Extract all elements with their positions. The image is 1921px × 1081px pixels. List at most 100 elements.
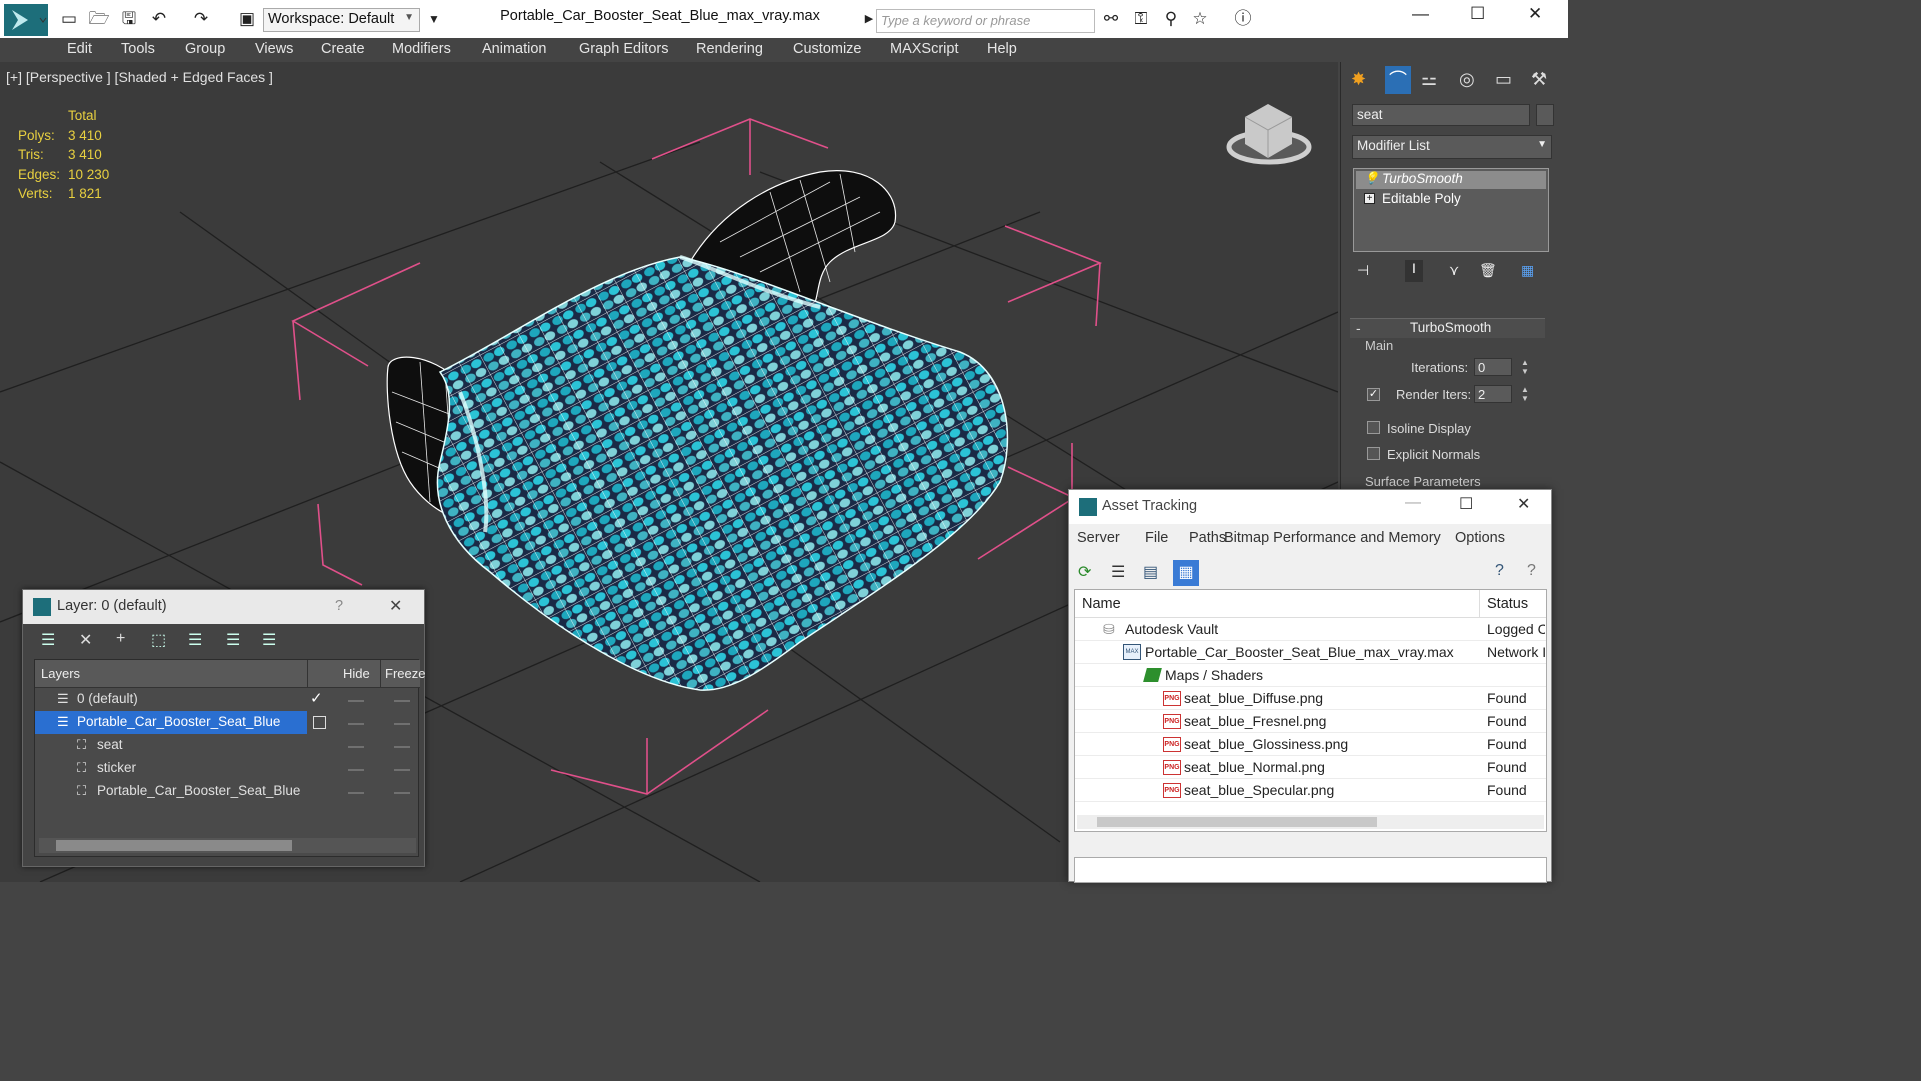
- modifier-list-dropdown[interactable]: Modifier List ▼: [1352, 135, 1552, 159]
- motion-tab-icon[interactable]: ◎: [1459, 69, 1475, 90]
- favorites-star-icon[interactable]: ☆: [1189, 8, 1211, 30]
- render-iters-checkbox[interactable]: ✓: [1367, 388, 1380, 401]
- render-iters-spinner[interactable]: 2: [1474, 385, 1512, 403]
- tree-view-icon[interactable]: ▤: [1143, 562, 1158, 582]
- layer-list[interactable]: Layers Hide Freeze ☰ 0 (default) ✓ - ☰ P…: [34, 659, 425, 857]
- make-unique-icon[interactable]: ⋎: [1449, 262, 1459, 279]
- open-file-icon[interactable]: 🗁: [88, 8, 110, 30]
- hierarchy-tab-icon[interactable]: ⚍: [1421, 69, 1437, 90]
- project-folder-icon[interactable]: ▣: [236, 8, 258, 30]
- maximize-button[interactable]: ☐: [1459, 494, 1473, 514]
- object-row-seat[interactable]: ⛶ seat: [35, 734, 420, 757]
- configure-sets-icon[interactable]: ▦: [1521, 262, 1534, 279]
- menu-bitmap-performance[interactable]: Bitmap Performance and Memory: [1224, 530, 1441, 546]
- menu-group[interactable]: Group: [185, 41, 225, 57]
- col-status[interactable]: Status: [1487, 596, 1528, 612]
- help-icon[interactable]: ⓘ: [1232, 8, 1254, 30]
- app-logo-icon[interactable]: [4, 4, 48, 36]
- col-freeze[interactable]: Freeze: [385, 666, 425, 681]
- workspace-dropdown[interactable]: Workspace: Default ▼: [263, 8, 420, 32]
- col-hide[interactable]: Hide: [343, 666, 370, 681]
- help-button[interactable]: ?: [335, 598, 343, 614]
- key-icon[interactable]: ⚿: [1130, 8, 1152, 30]
- menu-maxscript[interactable]: MAXScript: [890, 41, 959, 57]
- close-button[interactable]: ✕: [1517, 494, 1530, 514]
- menu-animation[interactable]: Animation: [482, 41, 546, 57]
- asset-row-normal[interactable]: PNG seat_blue_Normal.png Found: [1075, 756, 1546, 779]
- menu-rendering[interactable]: Rendering: [696, 41, 763, 57]
- freeze-all-icon[interactable]: ☰: [262, 630, 276, 650]
- settings-icon[interactable]: ?: [1527, 562, 1536, 580]
- asset-row-diffuse[interactable]: PNG seat_blue_Diffuse.png Found: [1075, 687, 1546, 710]
- scrollbar-thumb[interactable]: [1097, 817, 1377, 827]
- set-active-checkbox[interactable]: [313, 716, 326, 729]
- utilities-tab-icon[interactable]: ⚒: [1531, 69, 1547, 90]
- horizontal-scrollbar[interactable]: [39, 838, 416, 853]
- quick-access-dropdown-icon[interactable]: ▼: [423, 8, 445, 30]
- col-name[interactable]: Name: [1082, 596, 1121, 612]
- explicit-normals-checkbox[interactable]: [1367, 447, 1380, 460]
- menu-server[interactable]: Server: [1077, 530, 1120, 546]
- remove-modifier-icon[interactable]: 🗑: [1479, 262, 1497, 279]
- horizontal-scrollbar[interactable]: [1077, 815, 1544, 829]
- asset-row-maps-shaders[interactable]: Maps / Shaders: [1075, 664, 1546, 687]
- asset-tree-table[interactable]: Name Status ⛁ Autodesk Vault Logged C MA…: [1074, 589, 1547, 832]
- display-tab-icon[interactable]: ▭: [1495, 69, 1512, 90]
- hide-all-icon[interactable]: ☰: [226, 630, 240, 650]
- menu-edit[interactable]: Edit: [67, 41, 92, 57]
- menu-create[interactable]: Create: [321, 41, 365, 57]
- list-view-icon[interactable]: ☰: [1111, 562, 1125, 582]
- stack-item-editable-poly[interactable]: + Editable Poly: [1356, 191, 1546, 209]
- highlight-layer-icon[interactable]: ☰: [188, 630, 202, 650]
- active-layer-check-icon[interactable]: ✓: [310, 689, 323, 707]
- refresh-icon[interactable]: ⟳: [1078, 562, 1091, 582]
- select-objects-icon[interactable]: ⬚: [151, 630, 166, 650]
- expand-plus-icon[interactable]: +: [1364, 193, 1375, 204]
- collapse-minus-icon[interactable]: -: [1356, 320, 1361, 336]
- close-button[interactable]: ✕: [1528, 4, 1542, 24]
- col-layers[interactable]: Layers: [41, 666, 80, 681]
- table-view-icon[interactable]: ▦: [1173, 560, 1199, 586]
- turbosmooth-rollout-header[interactable]: - TurboSmooth: [1350, 318, 1545, 338]
- menu-paths[interactable]: Paths: [1189, 530, 1226, 546]
- object-row-sticker[interactable]: ⛶ sticker: [35, 757, 420, 780]
- menu-customize[interactable]: Customize: [793, 41, 862, 57]
- new-file-icon[interactable]: ▭: [58, 8, 80, 30]
- undo-icon[interactable]: ↶: [148, 8, 170, 30]
- menu-help[interactable]: Help: [987, 41, 1017, 57]
- menu-file[interactable]: File: [1145, 530, 1168, 546]
- minimize-button[interactable]: —: [1412, 4, 1429, 24]
- spinner-arrows-icon[interactable]: ▲ ▼: [1521, 358, 1529, 376]
- viewport-label[interactable]: [+] [Perspective ] [Shaded + Edged Faces…: [6, 69, 273, 85]
- asset-row-max-file[interactable]: MAX Portable_Car_Booster_Seat_Blue_max_v…: [1075, 641, 1546, 664]
- spinner-arrows-icon[interactable]: ▲ ▼: [1521, 385, 1529, 403]
- menu-options[interactable]: Options: [1455, 530, 1505, 546]
- layer-window-titlebar[interactable]: Layer: 0 (default) ? ✕: [23, 590, 424, 624]
- menu-views[interactable]: Views: [255, 41, 293, 57]
- object-color-swatch[interactable]: [1536, 104, 1554, 126]
- scrollbar-thumb[interactable]: [56, 840, 292, 851]
- create-tab-icon[interactable]: ✸: [1351, 69, 1366, 90]
- layer-row-booster-seat[interactable]: - ☰ Portable_Car_Booster_Seat_Blue: [35, 711, 420, 734]
- redo-icon[interactable]: ↷: [190, 8, 212, 30]
- binoculars-icon[interactable]: ⚯: [1100, 8, 1122, 30]
- show-end-result-icon[interactable]: Ι: [1405, 260, 1423, 282]
- minimize-button[interactable]: —: [1405, 494, 1421, 512]
- layer-row-default[interactable]: ☰ 0 (default) ✓: [35, 688, 420, 711]
- maximize-button[interactable]: ☐: [1470, 4, 1485, 24]
- asset-row-fresnel[interactable]: PNG seat_blue_Fresnel.png Found: [1075, 710, 1546, 733]
- delete-layer-icon[interactable]: ✕: [79, 630, 92, 650]
- stack-item-turbosmooth[interactable]: 💡 TurboSmooth: [1356, 171, 1546, 189]
- lightbulb-icon[interactable]: 💡: [1364, 171, 1379, 185]
- close-button[interactable]: ✕: [389, 596, 402, 616]
- object-row-booster-seat[interactable]: ⛶ Portable_Car_Booster_Seat_Blue: [35, 780, 420, 803]
- search-input[interactable]: Type a keyword or phrase: [876, 9, 1095, 33]
- menu-modifiers[interactable]: Modifiers: [392, 41, 451, 57]
- pin-stack-icon[interactable]: ⊣: [1357, 262, 1369, 279]
- menu-tools[interactable]: Tools: [121, 41, 155, 57]
- modify-tab-icon[interactable]: ⌒: [1385, 66, 1411, 94]
- iterations-spinner[interactable]: 0: [1474, 358, 1512, 376]
- object-name-field[interactable]: seat: [1352, 104, 1530, 126]
- save-icon[interactable]: 🖫: [118, 8, 140, 30]
- asset-row-glossiness[interactable]: PNG seat_blue_Glossiness.png Found: [1075, 733, 1546, 756]
